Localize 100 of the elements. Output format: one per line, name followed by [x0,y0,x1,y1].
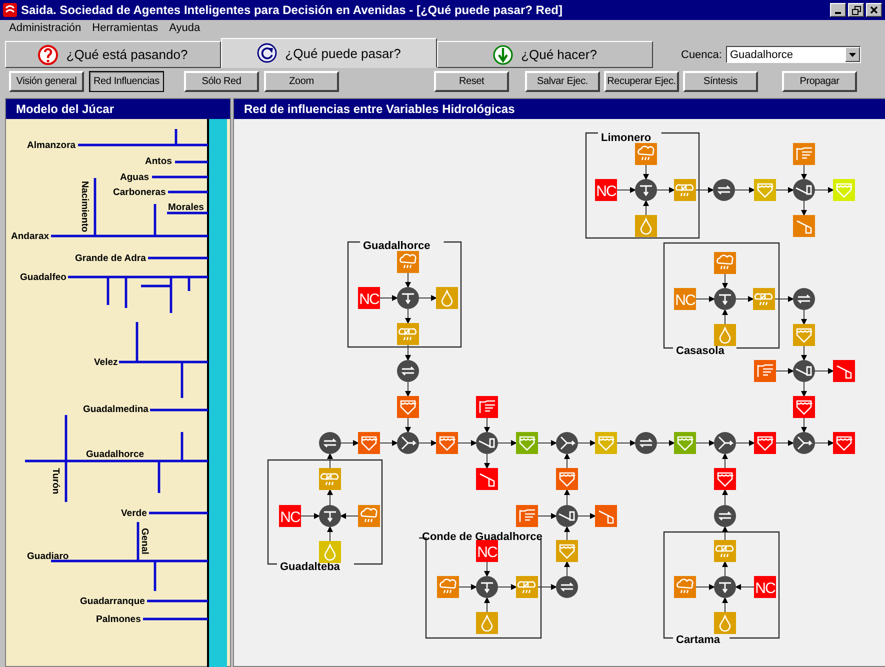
connector-arrow [643,200,649,216]
nc-node: NC [595,179,617,201]
connector-arrow [538,584,557,590]
menu-item[interactable]: Administración [9,22,82,34]
connector-arrow [578,513,596,519]
exchange-node [635,432,657,454]
dam-node [793,360,815,382]
reservoir-node [833,432,855,454]
dropdown-arrow-icon [848,52,856,56]
basin-label: Cuenca: [681,48,722,60]
river-label: Nacimiento [79,181,90,232]
connector-arrow [735,584,754,590]
toolbar-button[interactable]: Síntesis [683,71,758,92]
reservoir-node [436,432,458,454]
connector-arrow [484,597,490,612]
connector-arrow [380,295,398,301]
connector-arrow [418,440,437,446]
connector-arrow [564,561,570,576]
toolbar-button[interactable]: Salvar Ejec. [525,71,600,92]
reservoir-node [754,179,776,201]
river-label: Morales [168,202,204,213]
river-label: Guadalhorce [86,449,144,460]
river-label: Carboneras [113,187,166,198]
app-logo-icon [3,3,17,17]
nc-node: NC [674,288,696,310]
reservoir-node [674,432,696,454]
toolbar-button[interactable]: Visión general [9,71,84,92]
exchange-node [397,360,419,382]
connector-arrow [484,454,490,469]
tab[interactable]: ¿Qué puede pasar? [221,38,437,68]
restore-button[interactable] [848,3,864,17]
menu-item[interactable]: Herramientas [92,22,158,34]
toolbar-button[interactable]: Propagar [782,71,857,92]
storm-cloud-node [714,540,736,562]
tab[interactable]: ¿Qué hacer? [437,41,653,68]
exchange-node [319,432,341,454]
reservoir-node [793,324,815,346]
nc-node: NC [358,287,380,309]
connector-arrow [722,453,728,468]
river-label: Grande de Adra [75,253,146,264]
connector-arrow [340,440,359,446]
connector-arrow [656,187,675,193]
toolbar-button[interactable]: Sólo Red [184,71,259,92]
nc-node: NC [476,540,498,562]
restore-icon [852,6,860,14]
river-label: Guadarranque [80,596,145,607]
connector-arrow [564,526,570,540]
panel-title: Modelo del Júcar [6,99,230,119]
reservoir-node [793,396,815,418]
storm-cloud-node [397,323,419,345]
connector-arrow [327,453,333,468]
menu-item[interactable]: Ayuda [169,22,200,34]
toolbar-button[interactable]: Zoom [264,71,339,92]
river-label: Aguas [120,172,150,183]
storm-cloud-node [319,468,341,490]
reservoir-node [714,468,736,490]
river-label: Genal [139,528,150,554]
rain-cloud-node [635,143,657,165]
junction-node [397,432,419,454]
connector-arrow [458,440,477,446]
tab[interactable]: ¿Qué está pasando? [5,41,221,68]
dam-node [793,179,815,201]
connector-arrow [300,513,320,519]
toolbar-button[interactable]: Recuperar Ejec. [604,71,679,92]
nc-node: NC [279,505,301,527]
river-label: Andarax [11,231,50,242]
exchange-node [714,505,736,527]
toolbar-button[interactable]: Red Influencias [89,71,164,92]
basin-select[interactable]: Guadalhorce [726,46,861,63]
connector-arrow [722,309,728,324]
connector-arrow [734,187,755,193]
water-drop-node [476,612,498,634]
river-label: Almanzora [27,140,76,151]
connector-arrow [405,382,411,397]
junction-node [714,432,736,454]
tap-node [397,287,419,309]
connector-arrow [696,296,715,302]
subbasin-name: Limonero [601,132,652,144]
subbasin-name: Casasola [676,345,724,357]
connector-arrow [340,513,358,519]
connector-arrow [656,440,675,446]
rain-cloud-node [714,252,736,274]
connector-arrow [801,164,807,180]
rain-cloud-node [397,251,419,273]
connector-arrow [616,440,636,446]
minimize-button[interactable] [830,3,846,17]
close-button[interactable] [866,3,882,17]
close-icon [870,6,878,14]
connector-arrow [801,200,807,216]
water-drop-node [714,612,736,634]
storm-cloud-node [753,288,775,310]
connector-arrow [696,440,715,446]
connector-arrow [776,440,794,446]
connector-arrow [722,597,728,612]
toolbar-button[interactable]: Reset [434,71,509,92]
connector-arrow [801,346,807,361]
connector-arrow [538,440,557,446]
connector-arrow [774,296,794,302]
connector-arrow [736,296,754,302]
connector-arrow [405,344,411,361]
